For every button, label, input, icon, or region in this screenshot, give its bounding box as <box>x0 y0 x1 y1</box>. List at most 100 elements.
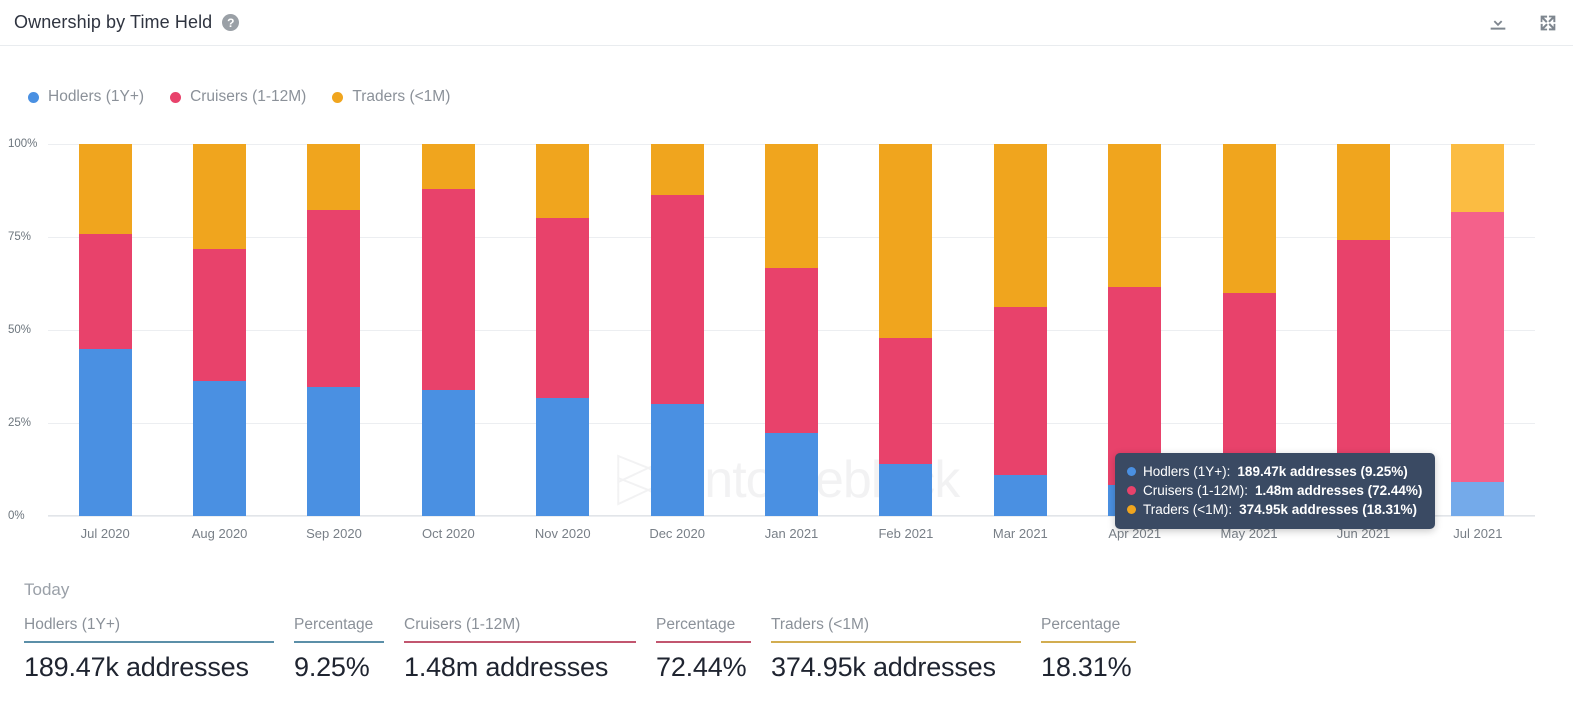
stat-cruisers-percentage-value: 72.44% <box>656 652 747 682</box>
bar-segment-cruisers[interactable] <box>650 194 704 405</box>
bar-segment-cruisers[interactable] <box>421 188 475 391</box>
stat-hodlers-percentage-rule <box>294 641 384 643</box>
x-axis-label: Sep 2020 <box>306 526 362 541</box>
stat-cruisers-rule <box>404 641 636 643</box>
stat-hodlers-rule <box>24 641 274 643</box>
x-axis-label: Dec 2020 <box>649 526 705 541</box>
stat-cruisers-label: Cruisers (1-12M) <box>404 616 521 633</box>
bar-jul-2021[interactable] <box>1451 144 1505 516</box>
tooltip-series-value: 1.48m addresses (72.44%) <box>1255 483 1423 498</box>
bar-segment-traders[interactable] <box>1108 144 1162 287</box>
period-label: Today <box>24 580 70 599</box>
bar-segment-hodlers[interactable] <box>993 475 1047 516</box>
legend-label-hodlers: Hodlers (1Y+) <box>48 88 145 105</box>
stat-cruisers-percentage: Percentage 72.44% <box>656 616 751 683</box>
bar-segment-traders[interactable] <box>993 144 1047 308</box>
expand-icon[interactable] <box>1537 12 1559 34</box>
stat-traders-rule <box>771 641 1021 643</box>
page-title: Ownership by Time Held <box>14 12 213 32</box>
bar-segment-cruisers[interactable] <box>993 307 1047 476</box>
bar-segment-traders[interactable] <box>1336 144 1390 240</box>
bar-segment-traders[interactable] <box>765 144 819 268</box>
x-axis-label: Feb 2021 <box>878 526 934 541</box>
stat-traders-value: 374.95k addresses <box>771 652 996 682</box>
bar-slot <box>277 144 391 516</box>
bar-segment-traders[interactable] <box>421 144 475 189</box>
stat-hodlers-percentage-label: Percentage <box>294 616 374 633</box>
stat-cruisers: Cruisers (1-12M) 1.48m addresses <box>404 616 636 683</box>
bar-segment-cruisers[interactable] <box>1451 212 1505 482</box>
bar-jan-2021[interactable] <box>765 144 819 516</box>
x-axis-label: Oct 2020 <box>421 526 475 541</box>
bar-jul-2020[interactable] <box>78 144 132 516</box>
bar-segment-cruisers[interactable] <box>765 267 819 434</box>
chart-tooltip: Hodlers (1Y+): 189.47k addresses (9.25%) C… <box>1115 453 1436 529</box>
stat-cruisers-value: 1.48m addresses <box>404 652 609 682</box>
bar-slot <box>1421 144 1535 516</box>
bar-segment-hodlers[interactable] <box>536 398 590 516</box>
bar-dec-2020[interactable] <box>650 144 704 516</box>
bar-segment-traders[interactable] <box>193 144 247 249</box>
bar-segment-traders[interactable] <box>78 144 132 235</box>
bar-slot <box>620 144 734 516</box>
bar-segment-traders[interactable] <box>307 144 361 211</box>
stat-hodlers: Hodlers (1Y+) 189.47k addresses <box>24 616 274 683</box>
tooltip-series-value: 374.95k addresses (18.31%) <box>1239 502 1418 517</box>
download-icon[interactable] <box>1487 12 1509 34</box>
header-actions <box>1487 12 1559 34</box>
bar-segment-cruisers[interactable] <box>879 337 933 464</box>
tooltip-series-name: Traders (<1M): <box>1143 502 1233 517</box>
bar-slot <box>734 144 848 516</box>
bar-segment-hodlers[interactable] <box>879 463 933 516</box>
bar-segment-traders[interactable] <box>650 144 704 195</box>
tooltip-row: Hodlers (1Y+): 189.47k addresses (9.25%) <box>1127 462 1422 481</box>
legend-item-hodlers[interactable]: Hodlers (1Y+) <box>28 88 144 106</box>
bar-segment-cruisers[interactable] <box>536 218 590 399</box>
help-circle-icon[interactable]: ? <box>222 14 240 31</box>
bar-segment-hodlers[interactable] <box>650 404 704 516</box>
summary-stats: Hodlers (1Y+) 189.47k addresses Percentage… <box>24 616 1573 683</box>
bar-slot <box>506 144 620 516</box>
bar-segment-hodlers[interactable] <box>765 433 819 516</box>
y-axis-tick: 75% <box>8 231 32 243</box>
stat-traders-percentage-value: 18.31% <box>1041 652 1132 682</box>
bar-segment-traders[interactable] <box>1222 144 1276 293</box>
bar-segment-hodlers[interactable] <box>421 390 475 516</box>
x-axis-label: Jul 2020 <box>80 526 130 541</box>
chart-legend: Hodlers (1Y+) Cruisers (1-12M) Traders (… <box>28 88 450 106</box>
stat-hodlers-label: Hodlers (1Y+) <box>24 616 121 633</box>
bar-segment-hodlers[interactable] <box>1451 481 1505 516</box>
stat-cruisers-percentage-rule <box>656 641 751 643</box>
legend-label-traders: Traders (<1M) <box>352 88 451 105</box>
x-axis-label: Jul 2021 <box>1453 526 1503 541</box>
legend-item-traders[interactable]: Traders (<1M) <box>332 88 450 106</box>
tooltip-dot <box>1127 467 1136 476</box>
bar-feb-2021[interactable] <box>879 144 933 516</box>
stat-hodlers-percentage: Percentage 9.25% <box>294 616 384 683</box>
bar-segment-hodlers[interactable] <box>307 387 361 516</box>
bar-nov-2020[interactable] <box>536 144 590 516</box>
y-axis-tick: 50% <box>8 324 32 336</box>
x-axis-label: Jan 2021 <box>764 526 819 541</box>
bar-segment-traders[interactable] <box>536 144 590 219</box>
bar-segment-hodlers[interactable] <box>78 349 132 516</box>
legend-dot-hodlers <box>28 91 39 103</box>
bar-segment-traders[interactable] <box>879 144 933 338</box>
bar-oct-2020[interactable] <box>421 144 475 516</box>
bar-slot <box>849 144 963 516</box>
bar-segment-traders[interactable] <box>1451 144 1505 213</box>
bar-segment-cruisers[interactable] <box>78 234 132 350</box>
bar-mar-2021[interactable] <box>993 144 1047 516</box>
bar-segment-cruisers[interactable] <box>307 210 361 388</box>
legend-item-cruisers[interactable]: Cruisers (1-12M) <box>170 88 306 106</box>
summary-footer: Today Hodlers (1Y+) 189.47k addresses Perc… <box>0 580 1573 683</box>
bar-segment-hodlers[interactable] <box>193 380 247 516</box>
bar-segment-cruisers[interactable] <box>193 248 247 381</box>
bar-aug-2020[interactable] <box>193 144 247 516</box>
stat-cruisers-percentage-label: Percentage <box>656 616 736 633</box>
bar-sep-2020[interactable] <box>307 144 361 516</box>
y-axis-tick: 0% <box>8 510 25 522</box>
stat-traders-label: Traders (<1M) <box>771 616 870 633</box>
legend-dot-traders <box>332 91 344 103</box>
stat-traders: Traders (<1M) 374.95k addresses <box>771 616 1021 683</box>
